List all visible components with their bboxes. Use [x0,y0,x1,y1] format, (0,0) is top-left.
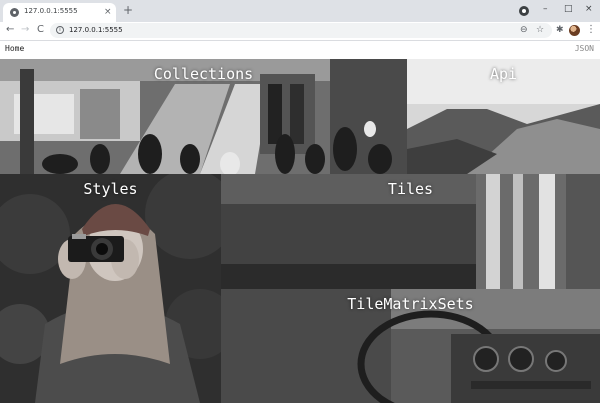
json-link[interactable]: JSON [575,44,594,53]
tile-label-api: Api [489,65,518,83]
info-icon[interactable]: i [56,26,64,34]
tile-tiles[interactable]: Tiles [221,174,600,289]
browser-tab-strip: 127.0.0.1:5555 × + – □ × [0,0,600,22]
tile-label-tilematrixsets: TileMatrixSets [347,295,474,313]
browser-toolbar: ← → C i 127.0.0.1:5555 ⊖ ☆ ✱ ⋮ [0,22,600,39]
address-bar[interactable]: i 127.0.0.1:5555 ⊖ ☆ [50,23,552,38]
back-button[interactable]: ← [6,23,14,37]
tile-styles[interactable]: Styles [0,174,221,403]
address-url[interactable]: 127.0.0.1:5555 [69,25,123,36]
home-link[interactable]: Home [5,44,24,53]
browser-menu-icon[interactable]: ⋮ [586,24,596,36]
extensions-icon[interactable]: ✱ [556,24,564,36]
tile-collections[interactable]: Collections [0,59,407,174]
tile-api[interactable]: Api [407,59,600,174]
tile-label-tiles: Tiles [387,180,434,198]
tab-title: 127.0.0.1:5555 [24,7,78,15]
zoom-icon[interactable]: ⊖ [520,24,528,36]
forward-button[interactable]: → [21,23,29,37]
globe-icon [10,8,19,17]
minimize-button[interactable]: – [543,2,548,16]
tile-label-styles: Styles [83,180,138,198]
bookmark-star-icon[interactable]: ☆ [536,24,544,36]
maximize-button[interactable]: □ [564,2,573,16]
tile-tilematrixsets[interactable]: TileMatrixSets [221,289,600,403]
close-window-button[interactable]: × [585,2,593,16]
reload-button[interactable]: C [37,23,44,37]
new-tab-button[interactable]: + [123,3,133,18]
tab-close-icon[interactable]: × [104,6,112,18]
page-header: Home JSON [0,40,600,59]
profile-avatar[interactable] [569,25,580,36]
browser-tab[interactable]: 127.0.0.1:5555 × [3,3,116,22]
media-indicator-icon[interactable] [519,6,529,16]
styles-photo [0,174,221,403]
tile-label-collections: Collections [153,65,254,83]
